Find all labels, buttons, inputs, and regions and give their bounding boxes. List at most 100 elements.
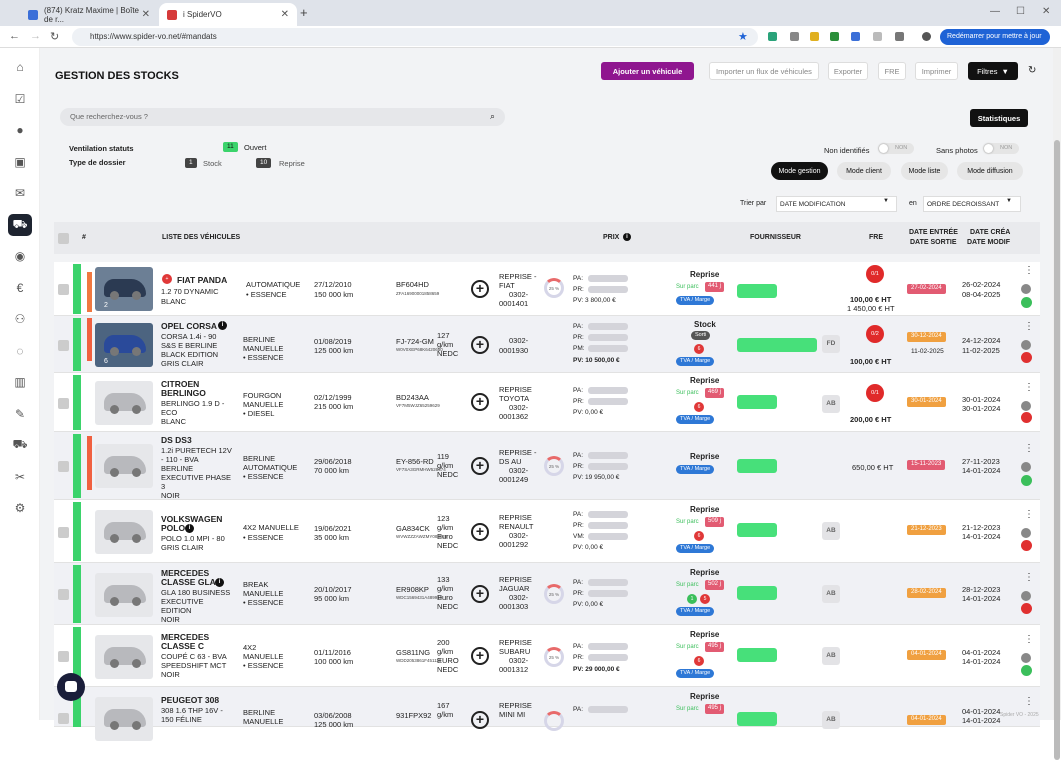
info-icon[interactable]: i bbox=[215, 578, 224, 587]
table-row[interactable]: DS DS3 1.2i PURETECH 12V - 110 - BVA BER… bbox=[54, 432, 1040, 500]
dossier-stock-count[interactable]: 1 bbox=[185, 158, 197, 168]
vehicle-photo-placeholder[interactable] bbox=[95, 444, 153, 488]
row-menu-icon[interactable]: ⋮ bbox=[1024, 510, 1034, 520]
filters-button[interactable]: Filtres ▼ bbox=[968, 62, 1018, 80]
table-row[interactable]: MERCEDES CLASSE C COUPÉ C 63 - BVA SPEED… bbox=[54, 625, 1040, 687]
select-all-checkbox[interactable] bbox=[58, 233, 69, 244]
user-icon[interactable]: ● bbox=[8, 119, 32, 141]
row-menu-icon[interactable]: ⋮ bbox=[1024, 322, 1034, 332]
search-input[interactable]: Que recherchez-vous ? bbox=[60, 108, 505, 126]
assignee-avatar[interactable] bbox=[1021, 340, 1031, 350]
header-price[interactable]: PRIX bbox=[603, 234, 619, 241]
vehicle-photo[interactable]: 6 bbox=[95, 323, 153, 367]
row-checkbox[interactable] bbox=[58, 284, 69, 295]
info-icon[interactable]: i bbox=[218, 321, 227, 330]
row-menu-icon[interactable]: ⋮ bbox=[1024, 444, 1034, 454]
sort-select[interactable]: DATE MODIFICATION bbox=[776, 196, 897, 212]
add-action-icon[interactable]: + bbox=[471, 585, 489, 603]
dossier-reprise[interactable]: Reprise bbox=[279, 159, 305, 168]
header-created-date[interactable]: DATE CRÉA bbox=[970, 229, 1010, 236]
new-tab-button[interactable]: + bbox=[300, 5, 308, 20]
ventilation-status[interactable]: Ouvert bbox=[244, 143, 267, 152]
row-checkbox[interactable] bbox=[58, 461, 69, 472]
extension-icon[interactable] bbox=[768, 32, 777, 41]
vehicle-photo-placeholder[interactable] bbox=[95, 510, 153, 554]
extension-icon[interactable] bbox=[810, 32, 819, 41]
home-icon[interactable]: ⌂ bbox=[8, 56, 32, 78]
extension-icon[interactable] bbox=[873, 32, 882, 41]
truck-icon[interactable]: ⛟ bbox=[8, 434, 32, 456]
export-button[interactable]: Exporter bbox=[828, 62, 868, 80]
vehicle-name[interactable]: DS DS3 bbox=[161, 436, 192, 445]
print-button[interactable]: Imprimer bbox=[915, 62, 958, 80]
header-vehicles[interactable]: LISTE DES VÉHICULES bbox=[162, 234, 240, 241]
extension-icon[interactable] bbox=[851, 32, 860, 41]
profile-avatar-icon[interactable] bbox=[922, 32, 931, 41]
vehicle-photo-placeholder[interactable] bbox=[95, 573, 153, 617]
share-status-icon[interactable] bbox=[1021, 352, 1032, 363]
vehicle-photo-placeholder[interactable] bbox=[95, 697, 153, 741]
calendar-icon[interactable]: ☑ bbox=[8, 88, 32, 110]
fre-badge[interactable]: 0/2 bbox=[866, 325, 884, 343]
assignee-avatar[interactable] bbox=[1021, 528, 1031, 538]
close-tab-icon[interactable]: ✕ bbox=[281, 9, 289, 20]
search-icon[interactable]: ⌕ bbox=[490, 111, 495, 122]
vehicle-photo-placeholder[interactable] bbox=[95, 381, 153, 425]
close-window-icon[interactable]: ✕ bbox=[1042, 6, 1050, 17]
mode-client-button[interactable]: Mode client bbox=[837, 162, 891, 180]
dossier-reprise-count[interactable]: 10 bbox=[256, 158, 272, 168]
minimize-icon[interactable]: — bbox=[990, 6, 1000, 17]
table-row[interactable]: MERCEDES CLASSE GLA i GLA 180 BUSINESS E… bbox=[54, 563, 1040, 625]
share-status-icon[interactable] bbox=[1021, 475, 1032, 486]
mode-diffusion-button[interactable]: Mode diffusion bbox=[957, 162, 1023, 180]
mail-icon[interactable]: ✉ bbox=[8, 182, 32, 204]
euro-icon[interactable]: € bbox=[8, 277, 32, 299]
row-menu-icon[interactable]: ⋮ bbox=[1024, 697, 1034, 707]
assignee-avatar[interactable] bbox=[1021, 591, 1031, 601]
sync-icon[interactable]: ◌ bbox=[8, 340, 32, 362]
row-menu-icon[interactable]: ⋮ bbox=[1024, 573, 1034, 583]
fre-badge[interactable]: 0/1 bbox=[866, 265, 884, 283]
add-action-icon[interactable]: + bbox=[471, 711, 489, 729]
users-icon[interactable]: ⚇ bbox=[8, 308, 32, 330]
header-supplier[interactable]: FOURNISSEUR bbox=[750, 234, 801, 241]
assignee-avatar[interactable] bbox=[1021, 284, 1031, 294]
row-checkbox[interactable] bbox=[58, 713, 69, 724]
share-status-icon[interactable] bbox=[1021, 540, 1032, 551]
bookmark-star-icon[interactable]: ★ bbox=[738, 30, 748, 43]
maximize-icon[interactable]: ☐ bbox=[1016, 6, 1025, 17]
refresh-icon[interactable]: ↻ bbox=[1028, 65, 1036, 76]
piggy-bank-icon[interactable]: ◉ bbox=[8, 245, 32, 267]
header-fre[interactable]: FRE bbox=[869, 234, 883, 241]
dossier-stock[interactable]: Stock bbox=[203, 159, 222, 168]
row-menu-icon[interactable]: ⋮ bbox=[1024, 266, 1034, 276]
share-status-icon[interactable] bbox=[1021, 665, 1032, 676]
price-info-icon[interactable]: i bbox=[623, 233, 631, 241]
non-identified-toggle[interactable]: NON bbox=[878, 143, 914, 154]
chat-widget-icon[interactable] bbox=[57, 673, 85, 701]
add-action-icon[interactable]: + bbox=[471, 647, 489, 665]
table-row[interactable]: PEUGEOT 308 308 1.6 THP 16V - 150 FÉLINE… bbox=[54, 687, 1040, 741]
no-photos-toggle[interactable]: NON bbox=[983, 143, 1019, 154]
info-icon[interactable]: i bbox=[185, 524, 194, 533]
add-action-icon[interactable]: + bbox=[471, 336, 489, 354]
wrench-icon[interactable]: ✎ bbox=[8, 403, 32, 425]
mode-gestion-button[interactable]: Mode gestion bbox=[771, 162, 828, 180]
table-row[interactable]: CITROEN BERLINGO BERLINGO 1.9 D - ECO BL… bbox=[54, 373, 1040, 432]
add-vehicle-button[interactable]: Ajouter un véhicule bbox=[601, 62, 694, 80]
mode-list-button[interactable]: Mode liste bbox=[901, 162, 948, 180]
assignee-avatar[interactable] bbox=[1021, 653, 1031, 663]
update-button[interactable]: Redémarrer pour mettre à jour bbox=[940, 29, 1050, 45]
close-tab-icon[interactable]: ✕ bbox=[142, 9, 150, 20]
table-row[interactable]: 2 + FIAT PANDA 1.2 70 DYNAMIC BLANC AUTO… bbox=[54, 262, 1040, 316]
table-row[interactable]: VOLKSWAGEN POLO i POLO 1.0 MPI - 80 GRIS… bbox=[54, 500, 1040, 563]
row-checkbox[interactable] bbox=[58, 589, 69, 600]
assignee-avatar[interactable] bbox=[1021, 401, 1031, 411]
row-checkbox[interactable] bbox=[58, 398, 69, 409]
browser-tab-gmail[interactable]: (874) Kratz Maxime | Boîte de r... ✕ bbox=[20, 3, 158, 26]
vehicle-name-2[interactable]: CLASSE GLA bbox=[161, 578, 216, 587]
chart-icon[interactable]: ▥ bbox=[8, 371, 32, 393]
vehicle-name[interactable]: OPEL CORSA bbox=[161, 322, 217, 331]
assignee-avatar[interactable] bbox=[1021, 462, 1031, 472]
share-status-icon[interactable] bbox=[1021, 297, 1032, 308]
